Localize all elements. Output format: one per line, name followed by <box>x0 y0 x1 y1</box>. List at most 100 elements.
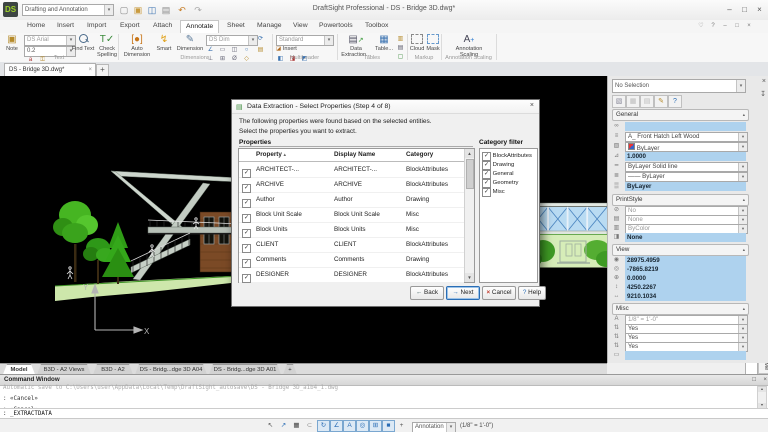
table-row[interactable]: ✓ Block Units Block Units Misc <box>239 222 464 238</box>
view-height[interactable]: 4250.2267 <box>625 283 746 292</box>
quick-select-icon[interactable]: ▦ <box>626 95 640 108</box>
section-printstyle[interactable]: PrintStyle ▴ <box>612 194 749 206</box>
category-filter-item[interactable]: ✓ General <box>482 170 514 179</box>
table-scrollbar[interactable]: ▲ ▼ <box>464 149 474 282</box>
tab-manage[interactable]: Manage <box>252 20 287 32</box>
category-filter-item[interactable]: ✓ Misc <box>482 188 505 197</box>
multileader-style-combo[interactable]: Standard ▾ <box>276 35 334 46</box>
linescale-value[interactable]: 1.0000 <box>625 152 746 161</box>
ribbon-minimize-icon[interactable]: – <box>720 21 730 31</box>
dynamic-input-icon[interactable]: ◎ <box>356 420 369 432</box>
close-document-icon[interactable]: × <box>744 21 754 31</box>
maximize-window-icon[interactable]: □ <box>738 3 751 16</box>
ortho-icon[interactable]: ↻ <box>317 420 330 432</box>
tab-view[interactable]: View <box>288 20 313 32</box>
model-space-icon[interactable]: ■ <box>382 420 395 432</box>
table-row[interactable]: ✓ DESIGNER DESIGNER BlockAttributes <box>239 267 464 283</box>
table-row[interactable]: ✓ CLIENT CLIENT BlockAttributes <box>239 237 464 253</box>
grid-icon[interactable]: ▦ <box>291 421 302 431</box>
dim-tolerance-icon[interactable]: ⟳ <box>256 35 265 43</box>
back-button[interactable]: ← Back <box>410 286 444 300</box>
linestyle-combo[interactable]: ByLayer Solid line▾ <box>625 162 748 172</box>
tab-insert[interactable]: Insert <box>52 20 79 32</box>
ucs-name-value[interactable] <box>625 351 746 360</box>
minimize-window-icon[interactable]: – <box>723 3 736 16</box>
annotation-scale-combo[interactable]: Annotation ▾ <box>412 422 456 432</box>
font-style-combo[interactable]: DS Arial ▾ <box>24 35 76 46</box>
quick-input-icon[interactable]: ⊞ <box>369 420 382 432</box>
dim-baseline-icon[interactable]: ▭ <box>218 46 227 54</box>
dialog-title-bar[interactable]: ▤ Data Extraction - Select Properties (S… <box>232 100 539 114</box>
tab-sheet[interactable]: Sheet <box>222 20 250 32</box>
tab-export[interactable]: Export <box>115 20 145 32</box>
dim-linear-icon[interactable]: ∠ <box>206 46 215 54</box>
close-window-icon[interactable]: × <box>753 3 766 16</box>
annotation-monitor-icon[interactable]: A <box>343 420 356 432</box>
cancel-button[interactable]: × Cancel <box>482 286 516 300</box>
document-tab[interactable]: DS - Bridge 3D.dwg* × <box>4 63 96 77</box>
close-icon[interactable]: × <box>530 102 534 109</box>
view-center-y[interactable]: -7865.8219 <box>625 265 746 274</box>
copy-properties-icon[interactable]: ▤ <box>640 95 654 108</box>
smart-dimension-button[interactable]: ↯ Smart <box>152 34 176 52</box>
section-misc[interactable]: Misc ▴ <box>612 303 749 315</box>
help-icon[interactable]: ? <box>668 95 682 108</box>
select-entities-icon[interactable]: ▧ <box>612 95 626 108</box>
view-center-x[interactable]: 28975.4959 <box>625 256 746 265</box>
scroll-up-icon[interactable]: ▲ <box>465 149 474 158</box>
view-width[interactable]: 9210.1034 <box>625 292 746 301</box>
scroll-down-icon[interactable]: ▼ <box>465 273 474 282</box>
printstyle-value[interactable]: None <box>625 233 746 242</box>
close-palette-icon[interactable]: × <box>762 78 766 85</box>
mask-button[interactable]: Mask <box>426 34 440 52</box>
polar-icon[interactable]: ∠ <box>330 420 343 432</box>
table-row[interactable]: ✓ Block Unit Scale Block Unit Scale Misc <box>239 207 464 223</box>
table-row[interactable]: ✓ Comments Comments Drawing <box>239 252 464 268</box>
close-panel-icon[interactable]: × <box>763 375 767 385</box>
tab-attach[interactable]: Attach <box>148 20 177 32</box>
tab-annotate[interactable]: Annotate <box>180 20 219 33</box>
table-export-icon[interactable]: ▤ <box>396 44 405 52</box>
scroll-thumb[interactable] <box>466 159 474 189</box>
tab-toolbox[interactable]: Toolbox <box>360 20 393 32</box>
help-button[interactable]: ? Help <box>518 286 546 300</box>
category-filter-item[interactable]: ✓ Geometry <box>482 179 519 188</box>
command-scrollbar[interactable]: ▲ ▼ <box>757 386 767 409</box>
dim-radius-icon[interactable]: ○ <box>242 46 251 54</box>
next-button[interactable]: → Next <box>446 286 480 300</box>
add-scale-icon[interactable]: + <box>396 421 407 431</box>
tab-import[interactable]: Import <box>82 20 111 32</box>
category-filter-item[interactable]: ✓ Drawing <box>482 161 514 170</box>
entity-track-icon[interactable]: ↗ <box>278 421 289 431</box>
pin-palette-icon[interactable]: ↧ <box>760 90 766 98</box>
restore-window-icon[interactable]: □ <box>732 21 742 31</box>
snap-icon[interactable]: ⊂ <box>304 421 315 431</box>
section-general[interactable]: General ▴ <box>612 109 749 121</box>
table-row[interactable]: ✓ ARCHITECT-... ARCHITECT-... BlockAttri… <box>239 162 464 178</box>
table-button[interactable]: ▦ Table... <box>372 34 396 52</box>
hyperlink-value[interactable] <box>625 122 746 131</box>
cloud-button[interactable]: Cloud <box>409 34 425 52</box>
table-row[interactable]: ✓ ARCHIVE ARCHIVE BlockAttributes <box>239 177 464 193</box>
column-header-category[interactable]: Category <box>403 149 464 161</box>
row-checkbox[interactable]: ✓ <box>242 274 251 283</box>
help-icon[interactable]: ? <box>708 21 718 31</box>
dimension-style-combo[interactable]: DS Dim ▾ <box>206 35 258 46</box>
dim-edit-icon[interactable]: ▤ <box>256 46 265 54</box>
layer-combo[interactable]: A_ Front Hatch Left Wood▾ <box>625 132 748 142</box>
entity-snap-icon[interactable]: ↖ <box>265 421 276 431</box>
tab-powertools[interactable]: Powertools <box>314 20 358 32</box>
scroll-up-icon[interactable]: ▲ <box>758 387 766 392</box>
linecolor-combo[interactable]: ByLayer▾ <box>625 142 748 152</box>
close-tab-icon[interactable]: × <box>88 64 92 76</box>
section-view[interactable]: View ▴ <box>612 244 749 256</box>
transparency-value[interactable]: ByLayer <box>625 182 746 191</box>
find-text-button[interactable]: Find Text <box>70 34 96 52</box>
selection-combo[interactable]: No Selection ▾ <box>612 79 746 93</box>
customize-icon[interactable]: ✎ <box>654 95 668 108</box>
insert-multileader-button[interactable]: ◪ Insert <box>276 46 297 52</box>
dimension-button[interactable]: ✎ Dimension <box>176 34 204 52</box>
dim-continue-icon[interactable]: ◫ <box>230 46 239 54</box>
note-button[interactable]: ▣ Note <box>2 34 22 52</box>
column-header-property[interactable]: Property ▴ <box>253 149 332 161</box>
